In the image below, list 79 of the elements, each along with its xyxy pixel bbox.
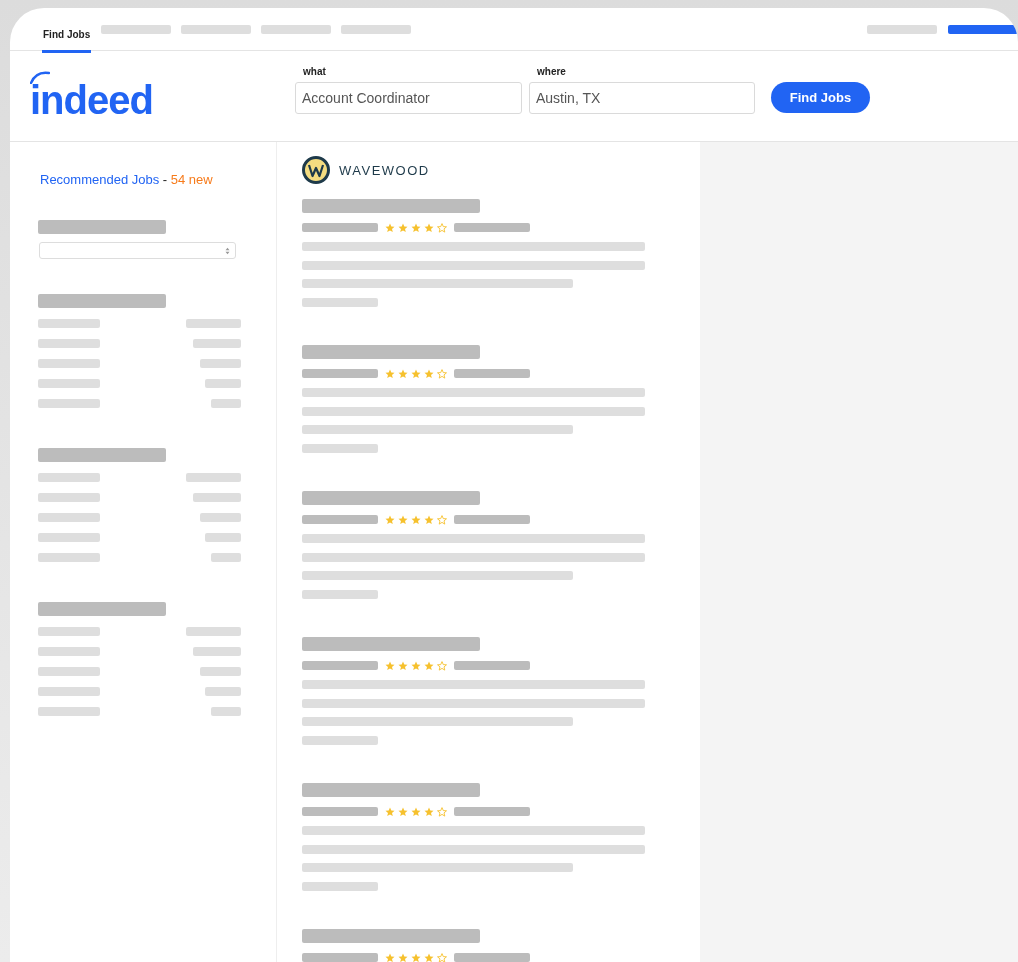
filled-star-icon — [411, 806, 421, 817]
filled-star-icon — [385, 952, 395, 962]
placeholder-bar — [38, 687, 100, 696]
empty-star-icon — [437, 806, 447, 817]
placeholder-bar — [261, 24, 332, 34]
placeholder-bar — [38, 493, 100, 502]
filled-star-icon — [398, 660, 408, 671]
dropdown-field[interactable] — [39, 242, 236, 259]
filled-star-icon — [385, 806, 395, 817]
placeholder-bar — [186, 627, 241, 636]
placeholder-bar — [341, 24, 412, 34]
placeholder-bar — [948, 24, 1018, 34]
filled-star-icon — [424, 952, 434, 962]
filled-star-icon — [398, 514, 408, 525]
empty-star-icon — [437, 222, 447, 233]
placeholder-bar — [867, 24, 937, 34]
placeholder-bar — [193, 339, 241, 348]
placeholder-bar — [38, 553, 100, 562]
filled-star-icon — [411, 660, 421, 671]
filled-star-icon — [424, 660, 434, 671]
placeholder-bar — [186, 319, 241, 328]
placeholder-bar — [193, 493, 241, 502]
filled-star-icon — [398, 222, 408, 233]
filled-star-icon — [424, 806, 434, 817]
what-input-field[interactable]: Account Coordinator — [295, 82, 522, 114]
placeholder-bar — [101, 24, 172, 34]
placeholder-bar — [181, 24, 252, 34]
placeholder-bar — [205, 379, 241, 388]
company-name: WAVEWOOD — [339, 162, 430, 178]
filled-star-icon — [385, 368, 395, 379]
field-label: what — [302, 66, 327, 77]
where-input-field[interactable]: Austin, TX — [529, 82, 755, 114]
placeholder-bar — [193, 647, 241, 656]
placeholder-bar — [211, 553, 241, 562]
placeholder-bar — [200, 359, 241, 368]
placeholder-bar — [38, 379, 100, 388]
placeholder-bar — [38, 533, 100, 542]
empty-star-icon — [437, 514, 447, 525]
placeholder-bar — [38, 473, 100, 482]
filled-star-icon — [385, 514, 395, 525]
filled-star-icon — [424, 222, 434, 233]
filled-star-icon — [411, 222, 421, 233]
placeholder-bar — [205, 687, 241, 696]
empty-star-icon — [437, 368, 447, 379]
find-jobs-button[interactable]: Find Jobs — [771, 82, 870, 113]
placeholder-bar — [186, 473, 241, 482]
filled-star-icon — [398, 952, 408, 962]
placeholder-bar — [38, 667, 100, 676]
placeholder-bar — [38, 339, 100, 348]
placeholder-bar — [211, 399, 241, 408]
empty-star-icon — [437, 952, 447, 962]
filled-star-icon — [424, 514, 434, 525]
recommended-jobs-heading: Recommended Jobs - 54 new — [39, 172, 214, 187]
placeholder-bar — [38, 707, 100, 716]
placeholder-bar — [211, 707, 241, 716]
placeholder-bar — [38, 319, 100, 328]
placeholder-bar — [38, 513, 100, 522]
placeholder-bar — [200, 513, 241, 522]
placeholder-bar — [38, 647, 100, 656]
filled-star-icon — [411, 368, 421, 379]
filled-star-icon — [398, 806, 408, 817]
logo: indeed — [30, 85, 153, 115]
placeholder-bar — [38, 359, 100, 368]
placeholder-bar — [38, 627, 100, 636]
filled-star-icon — [411, 514, 421, 525]
placeholder-bar — [38, 399, 100, 408]
placeholder-bar — [205, 533, 241, 542]
up-down-arrow-icon — [225, 246, 230, 255]
placeholder-bar — [200, 667, 241, 676]
field-label: where — [536, 66, 567, 77]
filled-star-icon — [398, 368, 408, 379]
company-logo-icon — [302, 156, 330, 184]
filled-star-icon — [385, 660, 395, 671]
empty-star-icon — [437, 660, 447, 671]
filled-star-icon — [385, 222, 395, 233]
filled-star-icon — [424, 368, 434, 379]
logo-arc-icon — [30, 70, 50, 84]
filled-star-icon — [411, 952, 421, 962]
nav-tab[interactable]: Find Jobs — [42, 15, 92, 53]
